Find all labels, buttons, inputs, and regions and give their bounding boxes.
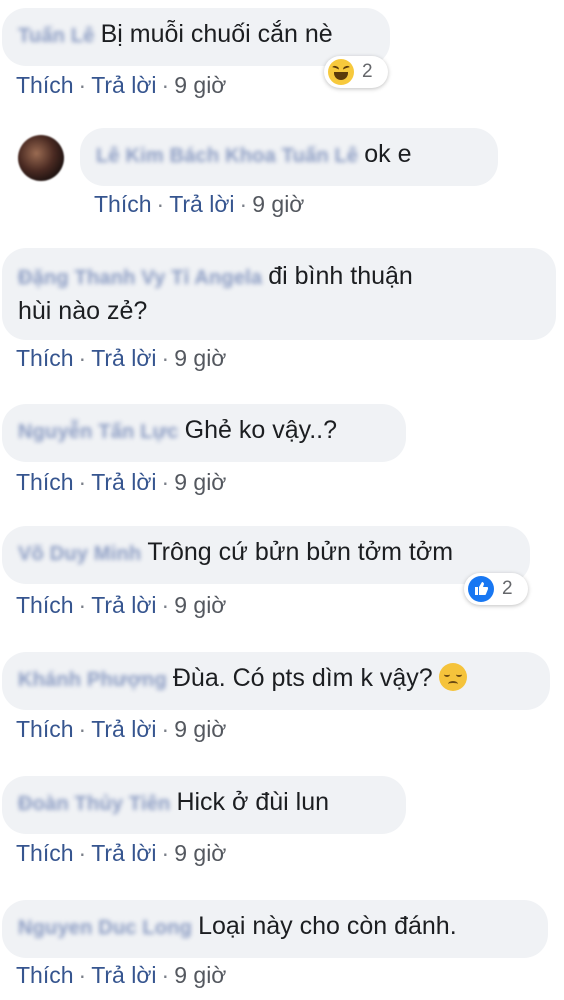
reaction-summary[interactable]: 2 [324, 56, 388, 88]
reply-link[interactable]: Trả lời [91, 840, 156, 866]
comment-bubble: Khánh Phượng Đùa. Có pts dìm k vậy? [2, 652, 550, 710]
like-link[interactable]: Thích [16, 72, 74, 98]
comment-actions: Thích · Trả lời · 9 giờ [94, 191, 304, 218]
comment-bubble: Đoàn Thủy Tiên Hick ở đùi lun [2, 776, 406, 834]
comment-bubble: Võ Duy Minh Trông cứ bửn bửn tởm tởm [2, 526, 530, 584]
comment-actions: Thích · Trả lời · 9 giờ [16, 469, 226, 496]
separator: · [161, 345, 170, 371]
comment-text: ok e [364, 140, 412, 168]
commenter-name[interactable]: Lê Kim Bách Khoa Tuấn Lê [96, 145, 358, 167]
separator: · [161, 592, 170, 618]
separator: · [161, 469, 170, 495]
comment-actions: Thích · Trả lời · 9 giờ [16, 840, 226, 867]
comment-text: Hick ở đùi lun [176, 788, 330, 816]
reply-link[interactable]: Trả lời [169, 191, 234, 217]
reaction-count: 2 [362, 61, 373, 82]
comment-bubble: Nguyen Duc Long Loại này cho còn đánh. [2, 900, 548, 958]
comment-actions: Thích · Trả lời · 9 giờ [16, 962, 226, 989]
reply-link[interactable]: Trả lời [91, 345, 156, 371]
separator: · [161, 716, 170, 742]
separator: · [78, 840, 87, 866]
separator: · [78, 592, 87, 618]
commenter-name[interactable]: Nguyễn Tấn Lực [18, 421, 179, 443]
timestamp[interactable]: 9 giờ [174, 716, 226, 742]
like-link[interactable]: Thích [16, 962, 74, 988]
commenter-name[interactable]: Tuấn Lê [18, 25, 95, 47]
comment-text: Trông cứ bửn bửn tởm tởm [147, 538, 454, 566]
comment-text: Ghẻ ko vậy..? [184, 416, 338, 444]
timestamp[interactable]: 9 giờ [174, 345, 226, 371]
comment-bubble: Đặng Thanh Vy Tỉ Angela đi bình thuận hùi… [2, 248, 556, 340]
like-link[interactable]: Thích [16, 469, 74, 495]
separator: · [78, 469, 87, 495]
like-link[interactable]: Thích [16, 345, 74, 371]
reply-link[interactable]: Trả lời [91, 592, 156, 618]
timestamp[interactable]: 9 giờ [252, 191, 304, 217]
reply-link[interactable]: Trả lời [91, 469, 156, 495]
avatar[interactable] [18, 135, 64, 181]
comment-actions: Thích · Trả lời · 9 giờ [16, 716, 226, 743]
reply-link[interactable]: Trả lời [91, 72, 156, 98]
separator: · [78, 716, 87, 742]
commenter-name[interactable]: Đoàn Thủy Tiên [18, 793, 170, 815]
comment-text: Đùa. Có pts dìm k vậy? [172, 664, 433, 692]
comment-bubble: Nguyễn Tấn Lực Ghẻ ko vậy..? [2, 404, 406, 462]
comment-bubble: Lê Kim Bách Khoa Tuấn Lê ok e [80, 128, 498, 186]
comment-text-line1: đi bình thuận [268, 262, 413, 290]
separator: · [78, 962, 87, 988]
comment-text-line2: hùi nào zẻ? [18, 297, 148, 325]
haha-icon [328, 59, 354, 85]
separator: · [239, 191, 248, 217]
separator: · [161, 72, 170, 98]
timestamp[interactable]: 9 giờ [174, 962, 226, 988]
timestamp[interactable]: 9 giờ [174, 840, 226, 866]
separator: · [78, 72, 87, 98]
comment-text: Bị muỗi chuối cắn nè [100, 20, 333, 48]
sad-face-icon [438, 663, 467, 691]
timestamp[interactable]: 9 giờ [174, 72, 226, 98]
comment-text: Loại này cho còn đánh. [198, 912, 457, 940]
like-icon [468, 576, 494, 602]
comment-actions: Thích · Trả lời · 9 giờ [16, 345, 226, 372]
comment-actions: Thích · Trả lời · 9 giờ [16, 592, 226, 619]
reaction-summary[interactable]: 2 [464, 573, 528, 605]
reply-link[interactable]: Trả lời [91, 962, 156, 988]
like-link[interactable]: Thích [16, 840, 74, 866]
separator: · [156, 191, 165, 217]
commenter-name[interactable]: Đặng Thanh Vy Tỉ Angela [18, 267, 262, 289]
timestamp[interactable]: 9 giờ [174, 592, 226, 618]
like-link[interactable]: Thích [16, 716, 74, 742]
separator: · [161, 962, 170, 988]
comment-actions: Thích · Trả lời · 9 giờ [16, 72, 226, 99]
timestamp[interactable]: 9 giờ [174, 469, 226, 495]
commenter-name[interactable]: Võ Duy Minh [18, 543, 141, 565]
commenter-name[interactable]: Khánh Phượng [18, 669, 167, 691]
commenter-name[interactable]: Nguyen Duc Long [18, 917, 192, 939]
separator: · [161, 840, 170, 866]
reaction-count: 2 [502, 578, 513, 599]
separator: · [78, 345, 87, 371]
like-link[interactable]: Thích [16, 592, 74, 618]
reply-link[interactable]: Trả lời [91, 716, 156, 742]
like-link[interactable]: Thích [94, 191, 152, 217]
